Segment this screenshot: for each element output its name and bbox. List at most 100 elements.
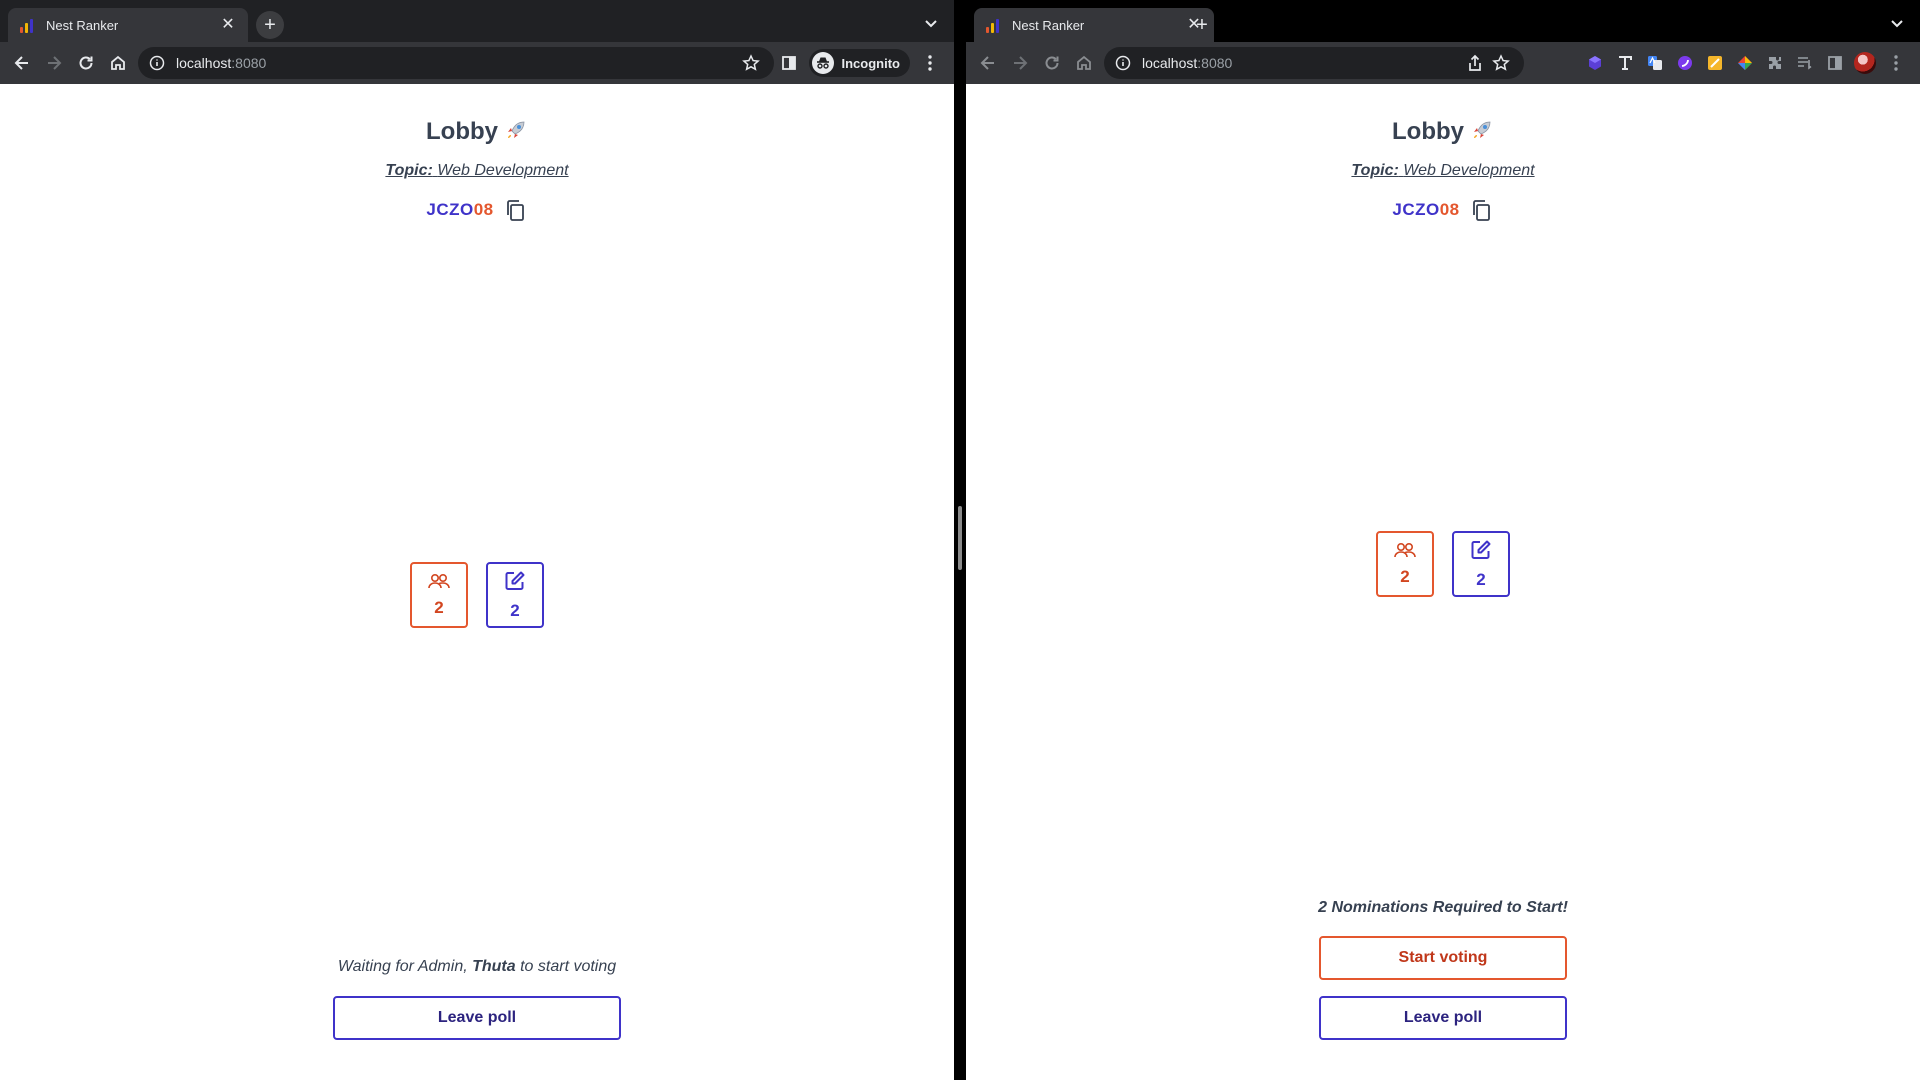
- cube-extension-icon[interactable]: [1580, 47, 1610, 79]
- admin-name: Thuta: [472, 958, 516, 975]
- participants-count: 2: [1400, 566, 1410, 586]
- nominations-count: 2: [510, 600, 520, 620]
- bar-chart-favicon-icon: [20, 17, 36, 33]
- poll-id: JCZO08: [426, 200, 493, 220]
- bookmark-star-icon[interactable]: [738, 50, 764, 76]
- page-title: Lobby: [966, 118, 1920, 146]
- users-icon: [1393, 542, 1417, 563]
- forward-button[interactable]: [1004, 47, 1036, 79]
- reload-button[interactable]: [1036, 47, 1068, 79]
- incognito-icon: [811, 52, 834, 74]
- puzzle-icon[interactable]: [1760, 47, 1790, 79]
- home-button[interactable]: [1068, 47, 1100, 79]
- edit-icon: [504, 570, 526, 597]
- nominations-button[interactable]: 2: [486, 562, 544, 628]
- nominations-button[interactable]: 2: [1452, 531, 1510, 597]
- rocket-icon: [504, 118, 528, 142]
- tab-title: Nest Ranker: [1012, 17, 1085, 33]
- incognito-profile-chip[interactable]: Incognito: [808, 49, 910, 77]
- start-voting-button[interactable]: Start voting: [1319, 936, 1567, 980]
- notes-extension-icon[interactable]: [1700, 47, 1730, 79]
- new-tab-button[interactable]: +: [1188, 11, 1216, 39]
- poll-id-part2: 08: [1439, 200, 1460, 219]
- tab-nest-ranker[interactable]: Nest Ranker ✕: [8, 8, 248, 42]
- poll-id: JCZO08: [1392, 200, 1459, 220]
- copy-icon[interactable]: [1468, 197, 1494, 223]
- poll-id-part1: JCZO: [1392, 200, 1440, 219]
- url-host: localhost: [1142, 55, 1198, 71]
- browser-window-normal: Nest Ranker ✕ + localhost:8080 Lobby To…: [966, 0, 1920, 1080]
- url-port: :8080: [1197, 55, 1233, 71]
- waiting-prefix: Waiting for Admin,: [337, 958, 473, 975]
- browser-window-incognito: Nest Ranker ✕ + localhost:8080 Incognit…: [0, 0, 954, 1080]
- tab-nest-ranker[interactable]: Nest Ranker ✕: [974, 8, 1214, 42]
- browser-toolbar: localhost:8080: [966, 42, 1920, 84]
- menu-kebab-icon[interactable]: [1880, 47, 1912, 79]
- poll-id-row: JCZO08: [0, 197, 954, 223]
- poll-id-part1: JCZO: [426, 200, 474, 219]
- forward-button[interactable]: [38, 47, 70, 79]
- topic-line: Topic: Web Development: [966, 162, 1920, 180]
- nominations-required-message: 2 Nominations Required to Start!: [1318, 899, 1568, 916]
- bar-chart-favicon-icon: [986, 17, 1002, 33]
- rocket-icon: [1470, 118, 1494, 142]
- tab-title: Nest Ranker: [46, 17, 119, 33]
- lobby-title-text: Lobby: [426, 118, 498, 145]
- nominations-count: 2: [1476, 569, 1486, 589]
- poll-id-part2: 08: [473, 200, 494, 219]
- leave-poll-button[interactable]: Leave poll: [1319, 996, 1567, 1040]
- toolbar-right: Incognito: [773, 47, 947, 79]
- participants-button[interactable]: 2: [410, 562, 468, 628]
- translate-extension-icon[interactable]: [1640, 47, 1670, 79]
- site-info-icon[interactable]: [1114, 54, 1132, 72]
- font-extension-icon[interactable]: [1610, 47, 1640, 79]
- poll-id-row: JCZO08: [966, 197, 1920, 223]
- topic-value: Web Development: [1403, 162, 1535, 179]
- menu-kebab-icon[interactable]: [914, 47, 946, 79]
- address-bar[interactable]: localhost:8080: [138, 47, 774, 79]
- bookmark-star-icon[interactable]: [1488, 50, 1514, 76]
- profile-avatar[interactable]: [1850, 47, 1880, 79]
- topic-key: Topic:: [1351, 162, 1399, 179]
- toolbar-right: [1580, 47, 1912, 79]
- share-icon[interactable]: [1462, 50, 1488, 76]
- topic-line: Topic: Web Development: [0, 162, 954, 180]
- leave-poll-button[interactable]: Leave poll: [333, 996, 621, 1040]
- side-panel-icon[interactable]: [773, 47, 805, 79]
- tab-search-chevron-icon[interactable]: [1886, 13, 1908, 35]
- url-host: localhost: [176, 55, 232, 71]
- site-info-icon[interactable]: [148, 54, 166, 72]
- url-port: :8080: [231, 55, 267, 71]
- waiting-suffix: to start voting: [515, 958, 617, 975]
- topic-key: Topic:: [385, 162, 433, 179]
- home-button[interactable]: [102, 47, 134, 79]
- window-splitter[interactable]: [954, 0, 966, 1080]
- waiting-message: Waiting for Admin, Thuta to start voting: [0, 958, 954, 976]
- browser-toolbar: localhost:8080 Incognito: [0, 42, 954, 84]
- lobby-page: Lobby Topic: Web Development JCZO08 2 2 …: [0, 84, 954, 1080]
- back-button[interactable]: [6, 47, 38, 79]
- edit-icon: [1470, 539, 1492, 566]
- color-extension-icon[interactable]: [1730, 47, 1760, 79]
- side-panel-icon[interactable]: [1820, 47, 1850, 79]
- participants-button[interactable]: 2: [1376, 531, 1434, 597]
- lobby-page: Lobby Topic: Web Development JCZO08 2 2 …: [966, 84, 1920, 1080]
- topic-value: Web Development: [437, 162, 569, 179]
- new-tab-button[interactable]: +: [256, 11, 284, 39]
- circle-extension-icon[interactable]: [1670, 47, 1700, 79]
- tab-strip: Nest Ranker ✕ +: [966, 0, 1920, 42]
- stats-row: 2 2: [966, 531, 1920, 597]
- tab-search-chevron-icon[interactable]: [920, 13, 942, 35]
- splitter-grip[interactable]: [958, 506, 962, 570]
- reload-button[interactable]: [70, 47, 102, 79]
- close-tab-icon[interactable]: ✕: [218, 15, 238, 35]
- tab-strip: Nest Ranker ✕ +: [0, 0, 954, 42]
- incognito-label: Incognito: [841, 55, 901, 71]
- copy-icon[interactable]: [502, 197, 528, 223]
- participants-count: 2: [434, 597, 444, 617]
- lobby-title-text: Lobby: [1392, 118, 1464, 145]
- back-button[interactable]: [972, 47, 1004, 79]
- stats-row: 2 2: [0, 562, 954, 628]
- reading-list-icon[interactable]: [1790, 47, 1820, 79]
- address-bar[interactable]: localhost:8080: [1104, 47, 1524, 79]
